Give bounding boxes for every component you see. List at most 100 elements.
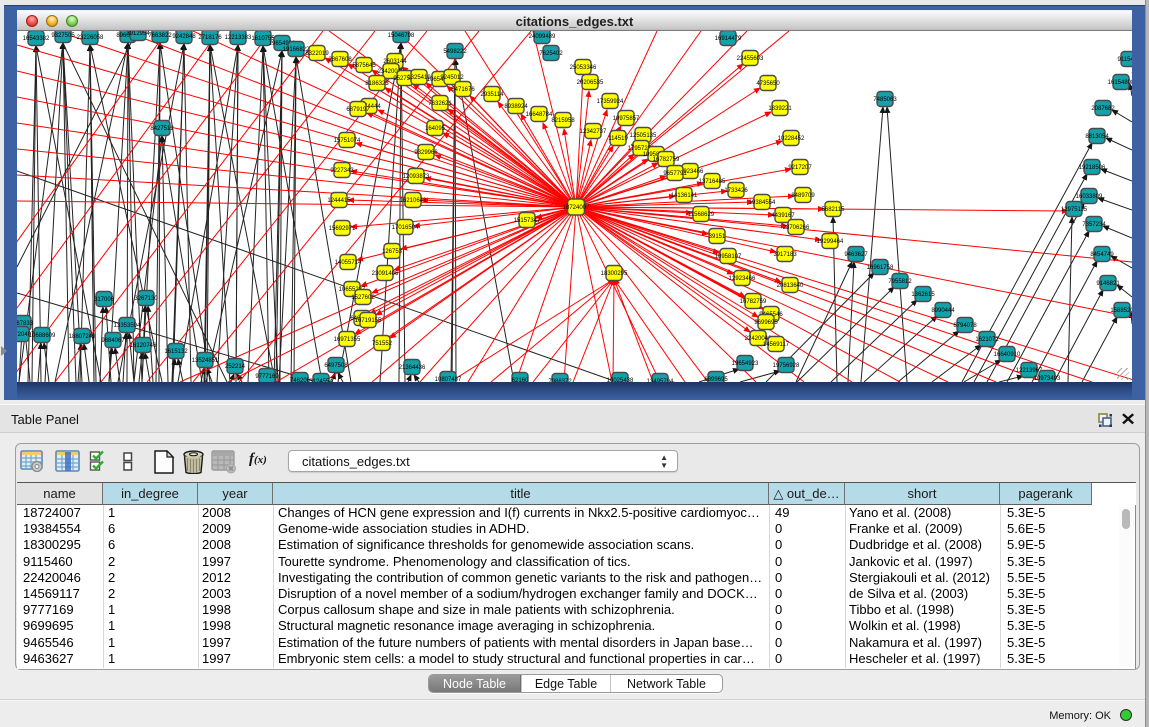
svg-text:7663822: 7663822 bbox=[148, 33, 172, 39]
svg-text:19654923: 19654923 bbox=[732, 361, 759, 367]
svg-text:15157347: 15157347 bbox=[514, 218, 541, 224]
svg-text:16210643: 16210643 bbox=[400, 198, 427, 204]
svg-text:317006: 317006 bbox=[94, 297, 115, 303]
svg-text:7632621: 7632621 bbox=[428, 101, 452, 107]
svg-text:19299464: 19299464 bbox=[817, 239, 844, 245]
svg-text:16640910: 16640910 bbox=[994, 352, 1021, 358]
svg-text:16648784: 16648784 bbox=[526, 112, 553, 118]
svg-text:39151: 39151 bbox=[709, 234, 726, 240]
svg-text:16961758: 16961758 bbox=[867, 265, 894, 271]
svg-text:12505135: 12505135 bbox=[630, 133, 657, 139]
svg-text:16914479: 16914479 bbox=[715, 36, 742, 42]
svg-text:10688609: 10688609 bbox=[29, 333, 56, 339]
svg-text:5875645: 5875645 bbox=[352, 63, 376, 69]
svg-text:23091406: 23091406 bbox=[372, 271, 399, 277]
svg-text:1839221: 1839221 bbox=[768, 106, 792, 112]
svg-text:7955812: 7955812 bbox=[888, 279, 912, 285]
svg-text:8322019: 8322019 bbox=[305, 51, 329, 57]
svg-text:3912954: 3912954 bbox=[126, 31, 150, 37]
svg-text:21364436: 21364436 bbox=[399, 365, 426, 371]
svg-text:3917183: 3917183 bbox=[773, 252, 797, 258]
svg-text:15692971: 15692971 bbox=[329, 226, 356, 232]
svg-text:8990444: 8990444 bbox=[931, 308, 955, 314]
svg-text:16971355: 16971355 bbox=[334, 337, 361, 343]
svg-text:6794078: 6794078 bbox=[953, 323, 977, 329]
svg-text:164095: 164095 bbox=[425, 126, 446, 132]
svg-text:2087682: 2087682 bbox=[1091, 106, 1115, 112]
svg-text:17016504: 17016504 bbox=[392, 225, 419, 231]
svg-text:18724007: 18724007 bbox=[563, 205, 590, 211]
svg-text:2935114: 2935114 bbox=[481, 92, 505, 98]
svg-text:8489709: 8489709 bbox=[791, 193, 815, 199]
svg-text:16543382: 16543382 bbox=[23, 36, 50, 42]
svg-text:8427512: 8427512 bbox=[150, 126, 174, 132]
svg-text:7357234: 7357234 bbox=[1082, 222, 1106, 228]
svg-text:13716485: 13716485 bbox=[699, 179, 726, 185]
svg-text:4439167: 4439167 bbox=[771, 213, 795, 219]
svg-text:13353594: 13353594 bbox=[114, 323, 141, 329]
svg-text:5682115: 5682115 bbox=[822, 207, 846, 213]
svg-text:6879197: 6879197 bbox=[346, 107, 370, 113]
svg-text:12342737: 12342737 bbox=[580, 129, 607, 135]
svg-text:8215958: 8215958 bbox=[551, 118, 575, 124]
svg-text:14569117: 14569117 bbox=[763, 342, 790, 348]
svg-text:15751074: 15751074 bbox=[334, 138, 361, 144]
svg-text:9657791: 9657791 bbox=[663, 171, 687, 177]
svg-text:2867608: 2867608 bbox=[328, 57, 352, 63]
svg-text:24099489: 24099489 bbox=[529, 34, 556, 40]
svg-text:9115460: 9115460 bbox=[1118, 57, 1132, 63]
svg-text:252214: 252214 bbox=[225, 364, 246, 370]
svg-text:19384554: 19384554 bbox=[749, 200, 776, 206]
svg-text:1588520: 1588520 bbox=[1110, 308, 1132, 314]
svg-text:9146821: 9146821 bbox=[1096, 281, 1120, 287]
svg-text:1621072: 1621072 bbox=[975, 337, 999, 343]
svg-text:1733426: 1733426 bbox=[724, 188, 748, 194]
svg-text:9329966: 9329966 bbox=[414, 150, 438, 156]
svg-text:13524851: 13524851 bbox=[192, 358, 219, 364]
svg-text:18300295: 18300295 bbox=[601, 271, 628, 277]
svg-text:23706266: 23706266 bbox=[783, 225, 810, 231]
svg-text:22455603: 22455603 bbox=[737, 56, 764, 62]
svg-text:9699695: 9699695 bbox=[754, 320, 778, 326]
svg-text:16120746: 16120746 bbox=[130, 343, 157, 349]
svg-text:15046798: 15046798 bbox=[388, 33, 415, 39]
svg-text:17359924: 17359924 bbox=[597, 99, 624, 105]
svg-text:20813640: 20813640 bbox=[777, 283, 804, 289]
svg-text:20206535: 20206535 bbox=[577, 80, 604, 86]
svg-text:10228452: 10228452 bbox=[778, 136, 805, 142]
svg-text:9242848: 9242848 bbox=[172, 34, 196, 40]
svg-text:8938924: 8938924 bbox=[504, 104, 528, 110]
svg-text:16782759: 16782759 bbox=[653, 157, 680, 163]
svg-text:3267130: 3267130 bbox=[134, 296, 158, 302]
svg-text:751552: 751552 bbox=[372, 341, 393, 347]
svg-text:23226058: 23226058 bbox=[77, 35, 104, 41]
svg-text:9463627: 9463627 bbox=[844, 252, 868, 258]
svg-text:1615132: 1615132 bbox=[164, 349, 188, 355]
svg-text:6497508: 6497508 bbox=[324, 363, 348, 369]
svg-text:9217207: 9217207 bbox=[788, 165, 812, 171]
svg-text:11568629: 11568629 bbox=[688, 212, 715, 218]
svg-text:126753: 126753 bbox=[382, 249, 403, 255]
svg-text:1527602: 1527602 bbox=[351, 295, 375, 301]
svg-text:19756928: 19756928 bbox=[773, 363, 800, 369]
svg-text:10975857: 10975857 bbox=[613, 116, 640, 122]
svg-text:25053346: 25053346 bbox=[570, 65, 597, 71]
svg-text:10958107: 10958107 bbox=[715, 254, 742, 260]
svg-text:8454749: 8454749 bbox=[1090, 252, 1114, 258]
svg-text:19218506: 19218506 bbox=[1079, 165, 1106, 171]
svg-text:2718176: 2718176 bbox=[198, 35, 222, 41]
svg-text:12093873: 12093873 bbox=[403, 174, 430, 180]
svg-text:8813054: 8813054 bbox=[1085, 134, 1109, 140]
svg-text:12923466: 12923466 bbox=[729, 276, 756, 282]
svg-text:8471676: 8471676 bbox=[451, 87, 475, 93]
svg-text:9245012: 9245012 bbox=[440, 75, 464, 81]
svg-text:1244415: 1244415 bbox=[327, 198, 351, 204]
svg-text:14055714: 14055714 bbox=[335, 260, 362, 266]
svg-text:16154808: 16154808 bbox=[1108, 80, 1132, 86]
svg-text:10719155: 10719155 bbox=[355, 318, 382, 324]
svg-text:9227343: 9227343 bbox=[330, 168, 354, 174]
svg-text:9884067: 9884067 bbox=[101, 338, 125, 344]
svg-text:7485063: 7485063 bbox=[873, 97, 897, 103]
svg-text:16782759: 16782759 bbox=[740, 299, 767, 305]
svg-text:16033809: 16033809 bbox=[1076, 194, 1103, 200]
